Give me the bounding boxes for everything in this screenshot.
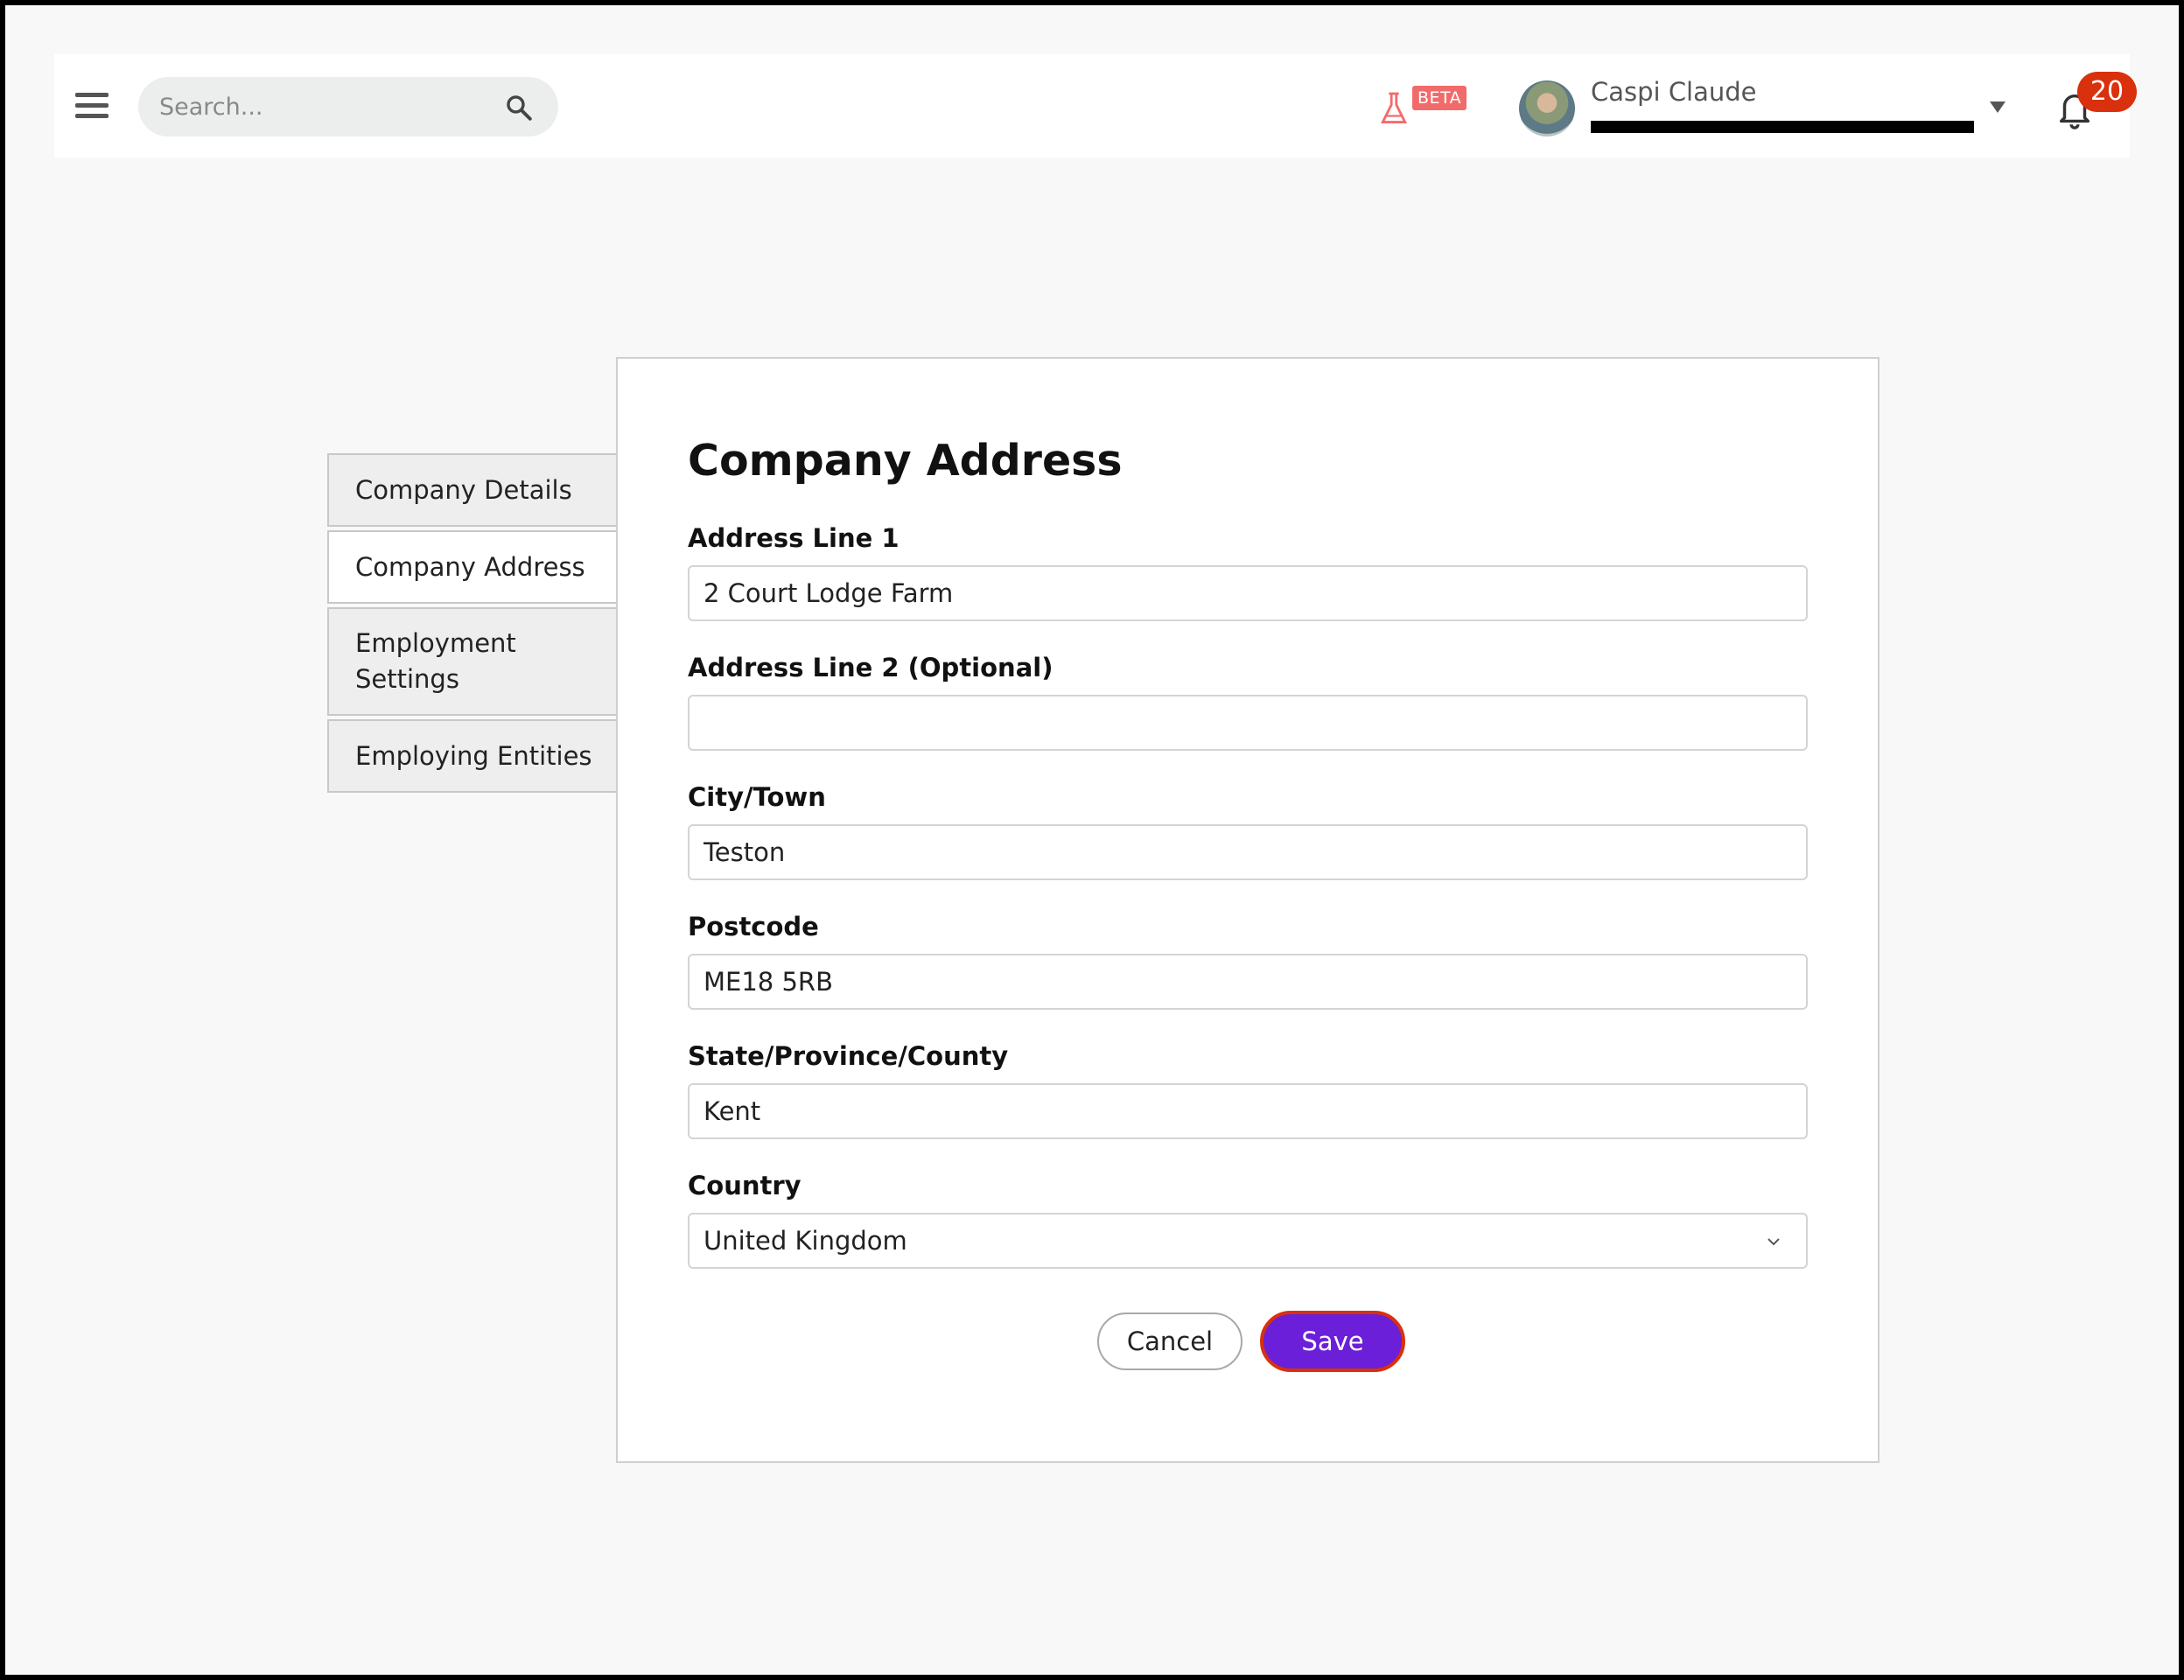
avatar bbox=[1519, 80, 1575, 136]
tab-employing-entities[interactable]: Employing Entities bbox=[327, 719, 621, 793]
country-select[interactable]: United Kingdom bbox=[688, 1213, 1808, 1269]
tab-company-details[interactable]: Company Details bbox=[327, 453, 621, 527]
save-button[interactable]: Save bbox=[1260, 1311, 1405, 1372]
tab-label: Company Address bbox=[355, 551, 585, 582]
user-name: Caspi Claude bbox=[1591, 77, 1757, 107]
address-line-1-label: Address Line 1 bbox=[688, 523, 900, 553]
address-line-2-input[interactable] bbox=[688, 695, 1808, 751]
city-town-label: City/Town bbox=[688, 782, 826, 812]
company-address-card: Company Address Address Line 1 Address L… bbox=[616, 357, 1880, 1463]
user-menu[interactable]: Caspi Claude bbox=[1519, 72, 2044, 142]
redacted-email bbox=[1591, 121, 1974, 133]
address-line-1-input[interactable] bbox=[688, 565, 1808, 621]
city-town-input[interactable] bbox=[688, 824, 1808, 880]
country-selected-value: United Kingdom bbox=[704, 1226, 907, 1256]
state-province-county-input[interactable] bbox=[688, 1083, 1808, 1139]
chevron-down-icon bbox=[1768, 1238, 1780, 1246]
postcode-label: Postcode bbox=[688, 912, 819, 942]
beta-badge: BETA bbox=[1412, 86, 1467, 110]
cancel-button[interactable]: Cancel bbox=[1097, 1312, 1242, 1370]
page-title: Company Address bbox=[688, 436, 1123, 486]
beta-feature-link[interactable]: BETA bbox=[1379, 84, 1467, 128]
tab-employment-settings[interactable]: Employment Settings bbox=[327, 607, 621, 716]
search-box[interactable] bbox=[138, 77, 558, 136]
tab-label: Company Details bbox=[355, 474, 572, 505]
state-province-county-label: State/Province/County bbox=[688, 1041, 1009, 1071]
tab-company-address[interactable]: Company Address bbox=[327, 530, 625, 604]
tab-label: Employing Entities bbox=[355, 740, 592, 771]
notification-count-badge: 20 bbox=[2077, 72, 2137, 112]
tab-label: Employment Settings bbox=[355, 628, 516, 694]
country-label: Country bbox=[688, 1171, 802, 1200]
flask-icon bbox=[1380, 92, 1408, 123]
address-line-2-label: Address Line 2 (Optional) bbox=[688, 653, 1054, 682]
caret-down-icon[interactable] bbox=[1990, 102, 2006, 113]
top-bar: BETA Caspi Claude 20 bbox=[54, 54, 2137, 158]
search-input[interactable] bbox=[159, 77, 492, 136]
postcode-input[interactable] bbox=[688, 954, 1808, 1010]
menu-icon[interactable] bbox=[75, 93, 108, 119]
search-icon[interactable] bbox=[504, 93, 534, 122]
app-frame: BETA Caspi Claude 20 Company Details Com… bbox=[5, 5, 2179, 1675]
